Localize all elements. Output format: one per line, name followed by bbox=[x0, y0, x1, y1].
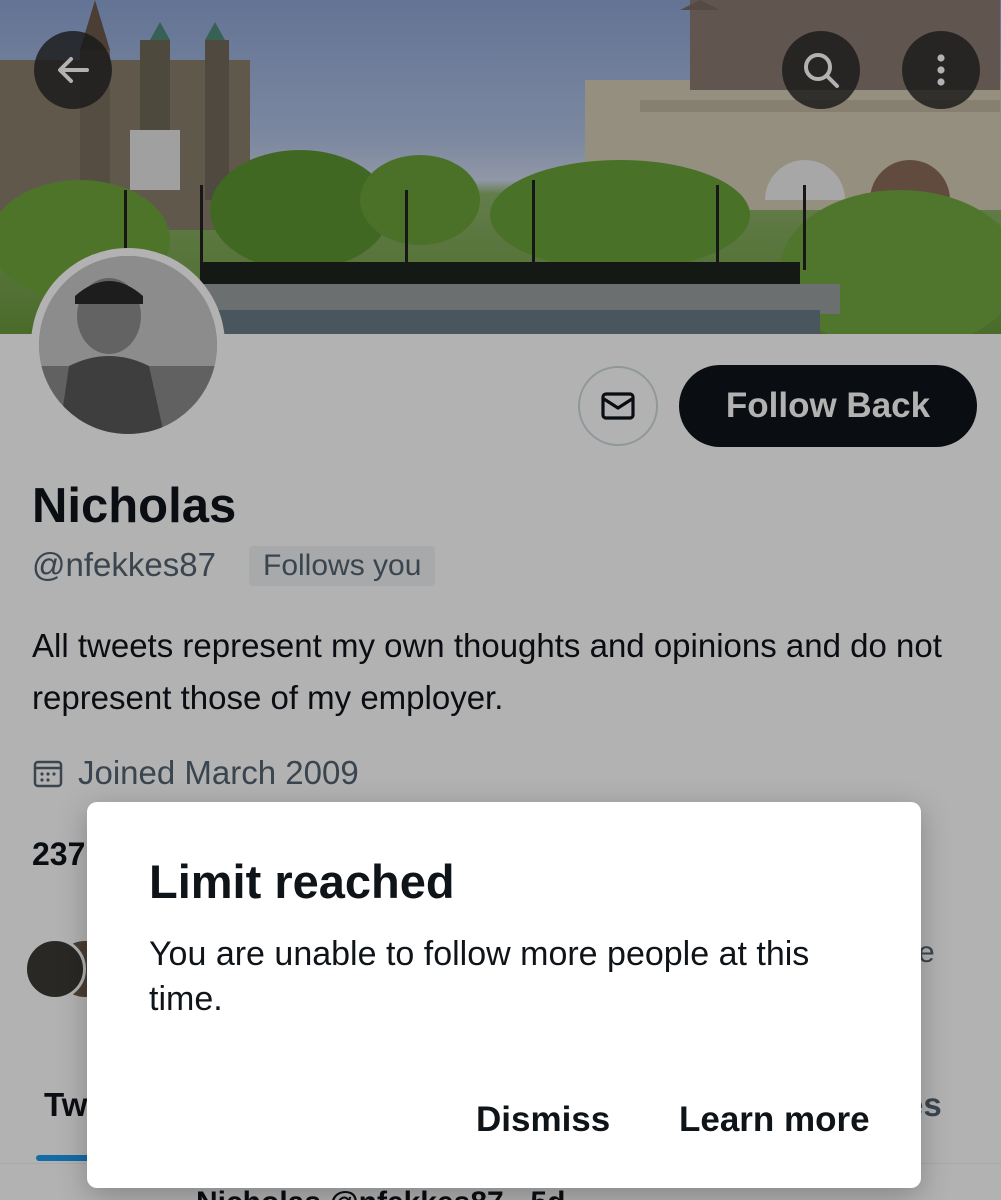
dialog-message: You are unable to follow more people at … bbox=[149, 935, 810, 1018]
dismiss-button[interactable]: Dismiss bbox=[476, 1100, 610, 1140]
learn-more-button[interactable]: Learn more bbox=[679, 1100, 870, 1140]
dialog-title: Limit reached bbox=[149, 855, 455, 908]
limit-reached-dialog: Limit reached You are unable to follow m… bbox=[87, 802, 921, 1188]
